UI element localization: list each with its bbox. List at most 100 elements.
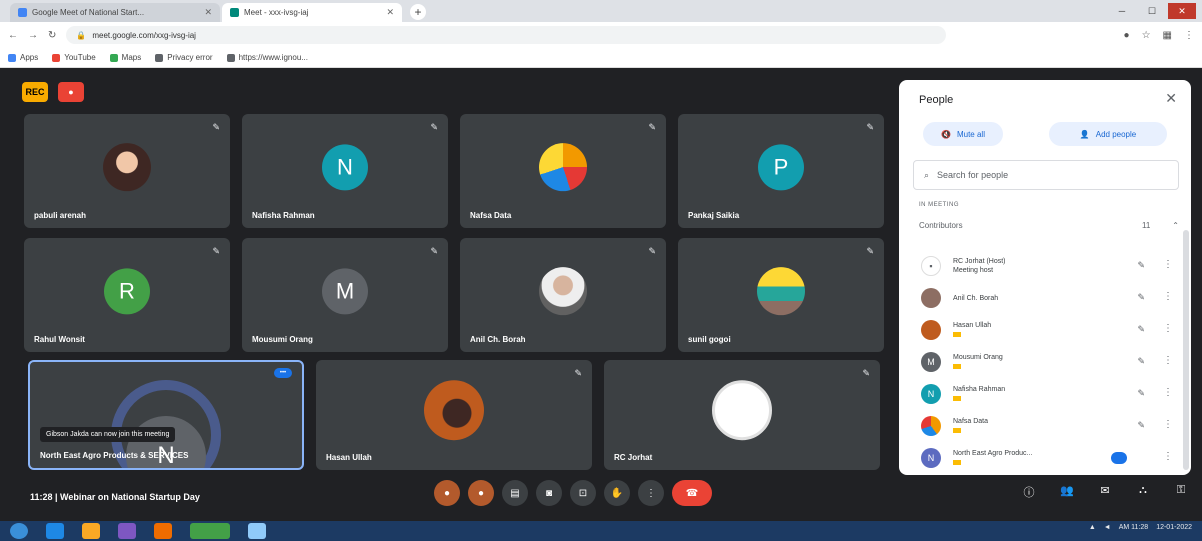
participant-logo [712,380,772,441]
tab-close-icon[interactable]: ✕ [204,7,212,18]
participant-tile-speaking[interactable]: N ••• Gibson Jakda can now join this mee… [28,360,304,470]
participant-name: Hasan Ullah [953,321,1103,340]
mic-off-icon[interactable]: ✎ [1137,292,1145,303]
menu-icon[interactable]: ⋮ [1184,30,1194,41]
mic-off-icon: ✎ [648,246,656,256]
camera-status-icon[interactable]: ● [1124,30,1130,41]
mute-all-button[interactable]: 🔇 Mute all [923,122,1003,146]
more-options-icon[interactable]: ⋮ [1163,291,1173,302]
lock-icon[interactable]: ⚿ [1172,484,1190,500]
folder-icon[interactable] [82,523,100,539]
participant-name: Anil Ch. Borah [470,335,526,344]
more-options-icon[interactable]: ⋮ [1163,355,1173,366]
window-close-icon[interactable]: ✕ [1168,3,1196,19]
close-icon[interactable]: ✕ [1165,90,1177,107]
participant-tile[interactable]: ✎ sunil gogoi [678,238,884,352]
participant-tile[interactable]: ✎ pabuli arenah [24,114,230,228]
participant-tile[interactable]: P ✎ Pankaj Saikia [678,114,884,228]
panel-scrollbar[interactable] [1183,230,1189,470]
network-icon[interactable]: ▲ [1089,524,1096,531]
participant-avatar-stack[interactable]: ● [434,480,460,506]
join-notification: Gibson Jakda can now join this meeting [40,427,176,442]
reload-icon[interactable]: ↻ [48,30,56,41]
minimize-icon[interactable]: ─ [1108,3,1136,19]
new-tab-button[interactable]: + [410,4,426,20]
mic-off-icon[interactable]: ✎ [1137,420,1145,431]
bookmark-item[interactable]: Privacy error [155,53,213,62]
contributors-header[interactable]: Contributors 11 ⌃ [919,214,1179,236]
tab-label: Google Meet of National Start... [32,8,145,17]
participant-row[interactable]: Anil Ch. Borah ✎ ⋮ [899,282,1191,314]
participant-name: Nafisha Rahman [953,385,1103,404]
participant-row[interactable]: M Mousumi Orang ✎ ⋮ [899,346,1191,378]
star-icon[interactable]: ☆ [1142,30,1151,41]
participant-tile[interactable]: R ✎ Rahul Wonsit [24,238,230,352]
participant-tile[interactable]: ✎ Hasan Ullah [316,360,592,470]
participant-tile[interactable]: ✎ Anil Ch. Borah [460,238,666,352]
tab-close-icon[interactable]: ✕ [386,7,394,18]
clock-time[interactable]: AM 11:28 [1119,524,1148,531]
bookmark-item[interactable]: Apps [8,53,38,62]
browser-tab-bar: Google Meet of National Start... ✕ Meet … [0,0,1202,22]
start-icon[interactable] [10,523,28,539]
participant-avatar-stack[interactable]: ● [468,480,494,506]
app-icon[interactable] [248,523,266,539]
window-controls: ─ ☐ ✕ [1108,3,1196,19]
participant-row[interactable]: Hasan Ullah ✎ ⋮ [899,314,1191,346]
participant-row[interactable]: N Nafisha Rahman ✎ ⋮ [899,378,1191,410]
speaking-indicator-icon [1111,452,1127,464]
captions-icon[interactable]: ▤ [502,480,528,506]
chat-icon[interactable]: ✉ [1096,484,1114,500]
participant-photo [103,143,151,192]
bookmark-item[interactable]: https://www.ignou... [226,53,308,62]
recording-badge[interactable]: REC [22,82,48,102]
bookmark-item[interactable]: Maps [109,53,141,62]
participant-tile[interactable]: ✎ Nafsa Data [460,114,666,228]
mic-off-icon[interactable]: ✎ [1137,388,1145,399]
more-options-icon[interactable]: ⋮ [1163,323,1173,334]
browser-tab[interactable]: Google Meet of National Start... ✕ [10,3,220,22]
more-options-icon[interactable]: ⋮ [1163,387,1173,398]
participant-avatar [921,288,941,308]
extensions-icon[interactable]: ▦ [1163,30,1172,41]
activities-icon[interactable]: ⛬ [1134,484,1152,500]
mic-off-icon[interactable]: ✎ [1137,260,1145,271]
present-icon[interactable]: ⊡ [570,480,596,506]
more-options-icon[interactable]: ⋮ [1163,259,1173,270]
participant-name: Mousumi Orang [252,335,313,344]
participant-row[interactable]: ▪ RC Jorhat (Host) Meeting host ✎ ⋮ [899,250,1191,282]
camera-icon[interactable]: ◙ [536,480,562,506]
people-icon[interactable]: 👥 [1058,484,1076,500]
participant-row[interactable]: Nafsa Data ✎ ⋮ [899,410,1191,442]
browser-tab-active[interactable]: Meet - xxx-ivsg-iaj ✕ [222,3,402,22]
tag-icon [953,363,961,369]
more-options-icon[interactable]: ⋮ [1163,419,1173,430]
chrome-icon[interactable] [190,523,230,539]
participant-row[interactable]: N North East Agro Produc... ⋮ [899,442,1191,474]
mic-off-icon: ✎ [862,368,870,378]
people-search-input[interactable]: ⌕ Search for people [913,160,1179,190]
more-options-icon[interactable]: ⋮ [638,480,664,506]
firefox-icon[interactable] [154,523,172,539]
bookmark-item[interactable]: YouTube [52,53,96,62]
mic-off-icon[interactable]: ✎ [1137,356,1145,367]
back-icon[interactable]: ← [8,30,18,41]
maximize-icon[interactable]: ☐ [1138,3,1166,19]
participant-tile[interactable]: M ✎ Mousumi Orang [242,238,448,352]
media-icon[interactable] [118,523,136,539]
raise-hand-icon[interactable]: ✋ [604,480,630,506]
end-call-button[interactable]: ☎ [672,480,712,506]
mic-off-icon[interactable]: ✎ [1137,324,1145,335]
live-badge[interactable]: ● [58,82,84,102]
ie-icon[interactable] [46,523,64,539]
clock-date[interactable]: 12-01-2022 [1156,524,1192,531]
add-people-button[interactable]: 👤 Add people [1049,122,1167,146]
url-input[interactable]: 🔒 meet.google.com/xxg-ivsg-iaj [66,26,947,44]
info-icon[interactable]: ⓘ [1020,484,1038,500]
forward-icon[interactable]: → [28,30,38,41]
chevron-up-icon: ⌃ [1172,220,1179,230]
participant-tile[interactable]: N ✎ Nafisha Rahman [242,114,448,228]
more-options-icon[interactable]: ⋮ [1163,451,1173,462]
participant-tile[interactable]: ✎ RC Jorhat [604,360,880,470]
volume-icon[interactable]: ◄ [1104,524,1111,531]
